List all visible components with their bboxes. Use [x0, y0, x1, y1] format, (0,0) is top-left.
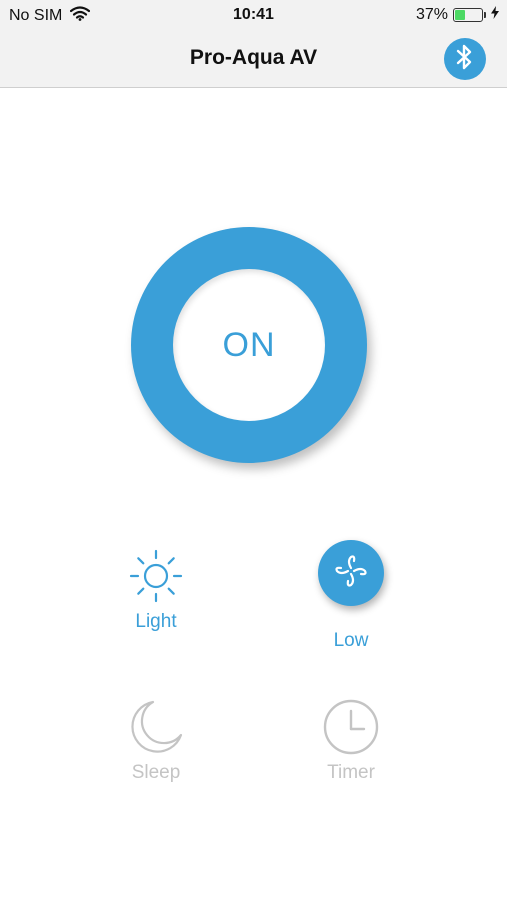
- timer-label: Timer: [327, 762, 375, 783]
- page-title: Pro-Aqua AV: [189, 46, 318, 69]
- battery-fill: [455, 10, 466, 20]
- battery-icon: [453, 8, 483, 22]
- sun-icon: [126, 549, 186, 610]
- status-right: 37%: [416, 6, 499, 24]
- light-control[interactable]: Light: [106, 546, 206, 633]
- bluetooth-icon: [454, 43, 476, 76]
- fan-speed-button[interactable]: [318, 540, 384, 606]
- power-state-label: ON: [222, 325, 276, 364]
- power-button-center: ON: [173, 269, 325, 421]
- moon-icon: [126, 700, 186, 761]
- fan-speed-control[interactable]: Low: [301, 540, 401, 652]
- bluetooth-button[interactable]: [444, 38, 486, 80]
- fan-icon: [331, 551, 371, 596]
- charging-bolt-icon: [491, 6, 499, 24]
- power-button[interactable]: ON: [131, 227, 367, 463]
- battery-nub: [484, 12, 486, 18]
- timer-control[interactable]: Timer: [301, 697, 401, 784]
- fan-speed-label: Low: [333, 630, 369, 651]
- nav-bar: Pro-Aqua AV: [0, 32, 507, 88]
- status-bar: No SIM 10:41 37%: [0, 0, 507, 32]
- sleep-control[interactable]: Sleep: [106, 697, 206, 784]
- clock-icon: [321, 699, 381, 761]
- sleep-label: Sleep: [131, 762, 181, 783]
- battery-percent: 37%: [415, 6, 448, 23]
- light-label: Light: [135, 611, 177, 632]
